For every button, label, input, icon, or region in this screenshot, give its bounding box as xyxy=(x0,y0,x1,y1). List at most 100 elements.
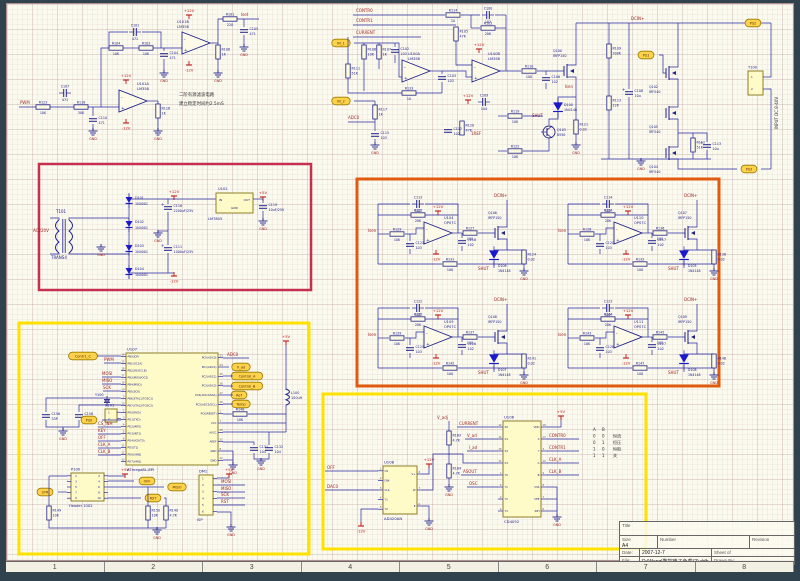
resistor-R140: 4.7K xyxy=(170,514,178,518)
ic-U108: AD420AN xyxy=(384,516,402,521)
resistor-R131 xyxy=(443,262,457,266)
resistor-R114: 10 xyxy=(451,19,455,23)
text-label-D106: D106 xyxy=(498,264,507,268)
capacitor-C117: 102 xyxy=(658,243,664,247)
net-label-Isen: Isen xyxy=(558,228,567,233)
ic-U107: PC2(ADC2) xyxy=(202,374,217,378)
mosfet-Q105: IRF540 xyxy=(649,130,660,134)
capacitor-C105: 471 xyxy=(250,32,256,36)
resistor-R106 xyxy=(362,45,366,59)
wire xyxy=(422,465,429,474)
resistor-R109 xyxy=(607,44,611,58)
capacitor-C108: + xyxy=(622,87,625,92)
port-Contr1_C: Contr1_C xyxy=(75,355,92,359)
port-STR: STR xyxy=(42,491,49,495)
net-label-GND: GND xyxy=(371,151,379,155)
ic-U107: 20 xyxy=(220,428,224,432)
net-label-PWM: PWM xyxy=(20,100,30,105)
ic-U107: 24 xyxy=(220,363,224,367)
port-IN_2: IN_2 xyxy=(337,100,345,104)
resistor-R117: 1K xyxy=(379,113,384,117)
capacitor-C128: 103 xyxy=(606,350,612,354)
port-Temp: Temp xyxy=(235,403,246,407)
net-label-MISO: MISO xyxy=(221,486,231,491)
wire xyxy=(101,48,109,107)
port-Ref: Ref xyxy=(236,394,242,398)
table-cell: 0 xyxy=(602,434,605,439)
connector-P100: 5 xyxy=(75,485,77,489)
resistor-R105: 47K xyxy=(460,35,467,39)
wire xyxy=(79,405,107,412)
ic-U107: 21 xyxy=(220,437,224,441)
ic-U107: AREF xyxy=(210,440,217,444)
diode xyxy=(489,354,499,362)
connector-P100: 7 xyxy=(75,491,77,495)
ic-U106: 11 xyxy=(498,459,502,463)
capacitor-C127: 102 xyxy=(658,347,664,351)
power-+12V: +12V xyxy=(474,42,485,47)
capacitor-C113: C113 xyxy=(713,142,722,146)
resistor-R107: 1K xyxy=(383,53,388,57)
text-label-INPUT DC 8-40V: INPUT DC 8-40V xyxy=(774,97,779,129)
ic-U108: 5 xyxy=(380,505,382,509)
power-+12V: +12V xyxy=(184,8,195,13)
transistor-Q103 xyxy=(547,126,552,130)
net-label-CURRENT: CURRENT xyxy=(356,30,376,35)
resistor-R149: R149 xyxy=(53,509,62,513)
regulator-U102: U102 xyxy=(218,187,228,191)
ic-U106: 7 xyxy=(543,495,545,499)
capacitor-C123: C123 xyxy=(604,300,613,304)
capacitor-C108: 10u xyxy=(635,94,641,98)
resistor-R137 xyxy=(463,335,477,339)
wire xyxy=(523,138,549,151)
ic-U107: 4 xyxy=(123,422,125,426)
capacitor-C104: C104 xyxy=(170,51,179,55)
resistor-R138 xyxy=(712,250,716,264)
transformer xyxy=(50,218,59,220)
text-label-D101: D101 xyxy=(135,196,144,200)
ic-U106: 14 xyxy=(498,435,502,439)
resistor-R122: R122 xyxy=(511,144,520,148)
titleblock-size: SizeA4 xyxy=(620,536,658,548)
resistor-R120: R120 xyxy=(466,124,475,128)
table-cell: 恒压 xyxy=(613,439,621,445)
resistor-R121: 0.02 xyxy=(580,128,587,132)
ic-U107: GND xyxy=(210,449,216,453)
resistor-R141: 0.02 xyxy=(528,362,535,366)
power-+5V: +5V xyxy=(259,190,268,195)
text-label-TRANS4: TRANS4 xyxy=(50,255,67,260)
port-PS0: PS0 xyxy=(86,419,93,423)
resistor-R114 xyxy=(446,13,460,17)
resistor-R101: 220 xyxy=(227,23,233,27)
capacitor-C114: C114 xyxy=(604,196,613,200)
ic-U106: 6 xyxy=(543,507,545,511)
ic-U107: 22 xyxy=(220,456,224,460)
resistor-R129 xyxy=(390,232,404,236)
resistor-R146: R146 xyxy=(718,357,727,361)
ic-U107: PB2(SS/OC1B) xyxy=(128,369,147,373)
schematic-page: { "palette":{"wire":"#2929a3","sym":"#20… xyxy=(0,0,800,581)
title-block: Title SizeA4 Number Revision Date: 2007-… xyxy=(619,521,795,565)
resistor-R148: 10K xyxy=(237,418,244,422)
capacitor-C117: C117 xyxy=(658,238,667,242)
ic-U108: 4 xyxy=(380,495,382,499)
opamp-U104: U104 xyxy=(444,216,454,220)
capacitor-C109: C109 xyxy=(480,94,489,98)
resistor-R134 xyxy=(601,213,615,217)
titleblock-number-label: Number xyxy=(658,536,750,548)
resistor-R122: 10K xyxy=(512,155,519,159)
opamp-U104: OP07C xyxy=(444,221,457,225)
ic-U107: 5 xyxy=(123,429,125,433)
power-+5V: +5V xyxy=(282,334,291,339)
net-label-AC220V: AC220V xyxy=(33,228,49,233)
connector-T100: 2 xyxy=(751,87,753,91)
connector-P100: 10 xyxy=(97,496,101,500)
ic-U106: Y3 xyxy=(505,509,509,513)
table-cell: 关 xyxy=(613,452,617,458)
ic-U106: CD4052 xyxy=(504,519,520,524)
text-label-D103: D103 xyxy=(135,244,144,248)
opamp-U109: + xyxy=(426,342,430,348)
power-+5V: +5V xyxy=(225,467,234,472)
net-label-CONTR0: CONTR0 xyxy=(549,433,566,438)
resistor-R125 xyxy=(411,213,425,217)
